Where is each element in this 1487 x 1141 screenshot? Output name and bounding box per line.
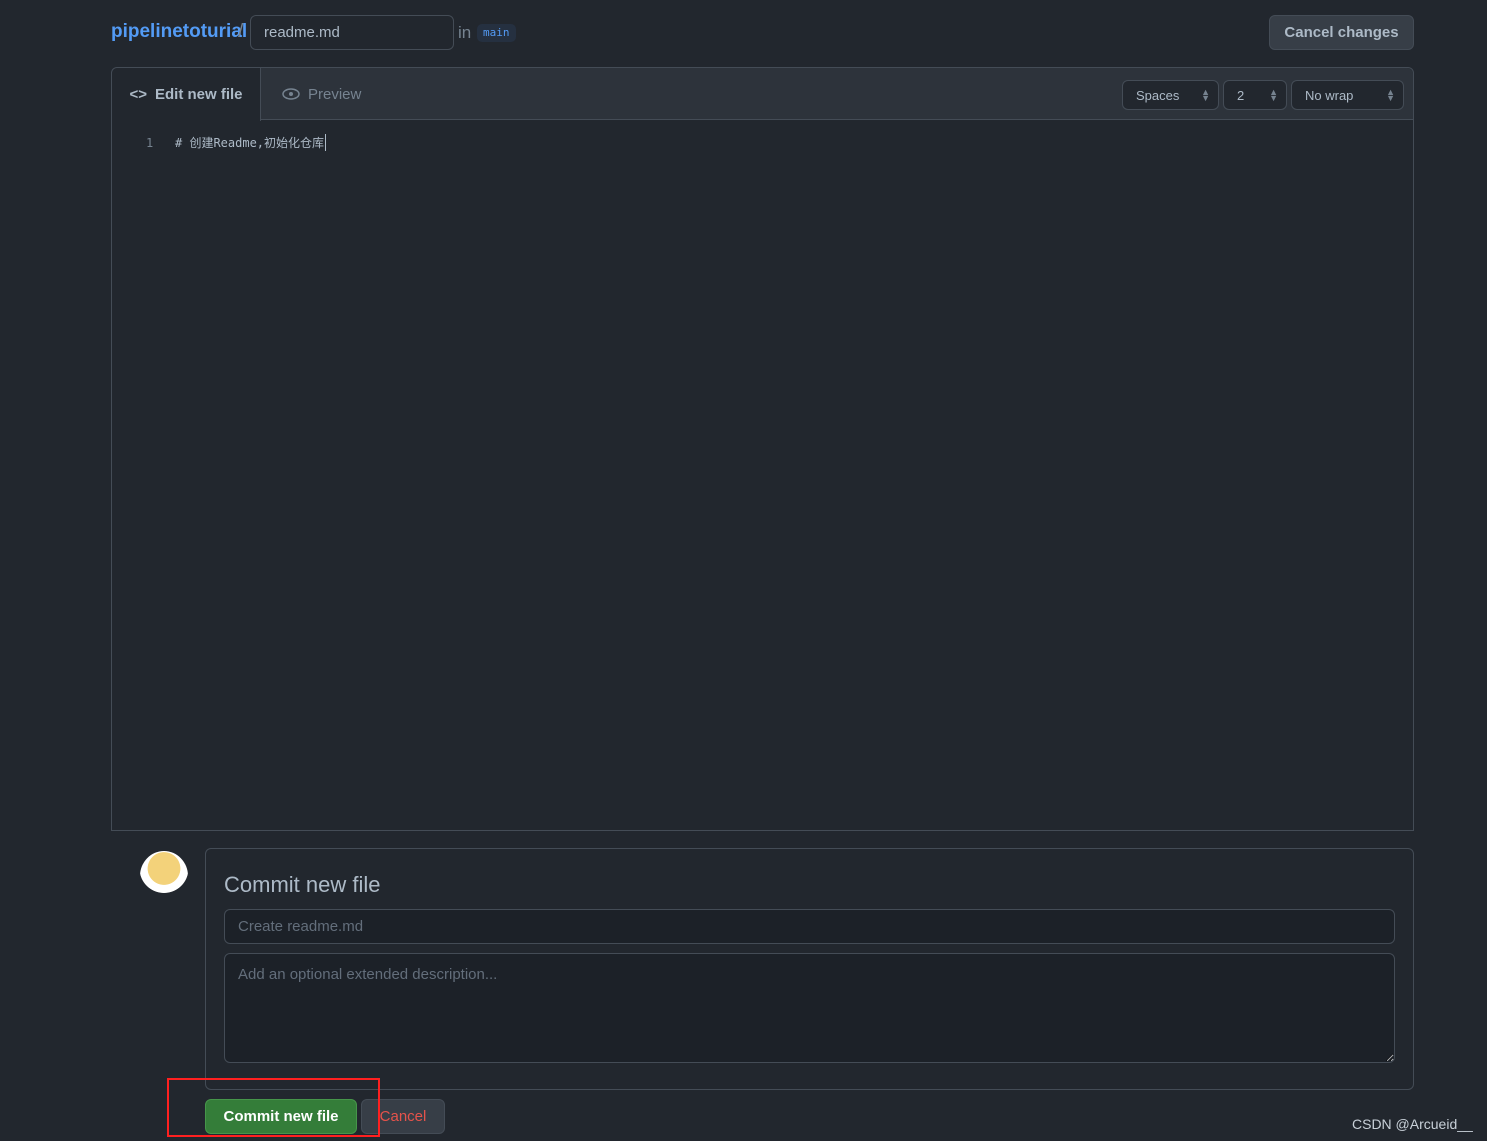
cancel-changes-button[interactable]: Cancel changes: [1269, 15, 1414, 50]
repo-link[interactable]: pipelinetoturial: [111, 21, 247, 43]
commit-description-textarea[interactable]: [224, 953, 1395, 1063]
tab-edit-new-file[interactable]: <> Edit new file: [112, 68, 261, 121]
indent-mode-select[interactable]: Spaces ▲ ▼: [1122, 80, 1219, 110]
watermark: CSDN @Arcueid__: [1352, 1116, 1473, 1132]
path-separator: /: [238, 21, 244, 42]
commit-summary-input[interactable]: [224, 909, 1395, 944]
select-arrows-icon: ▲ ▼: [1201, 87, 1210, 103]
editor-tabbar: <> Edit new file Preview Spaces ▲ ▼ 2 ▲ ▼ No…: [112, 68, 1413, 121]
avatar: [140, 851, 188, 901]
tab-preview[interactable]: Preview: [282, 68, 361, 120]
select-arrows-icon: ▲ ▼: [1386, 87, 1395, 103]
code-line[interactable]: # 创建Readme,初始化仓库: [175, 134, 327, 151]
tab-label: Edit new file: [155, 86, 243, 103]
select-arrows-icon: ▲ ▼: [1269, 87, 1278, 103]
branch-badge: main: [477, 24, 516, 42]
line-number: 1: [146, 136, 154, 150]
filename-input[interactable]: [250, 15, 454, 50]
tab-label: Preview: [308, 85, 362, 103]
editor: <> Edit new file Preview Spaces ▲ ▼ 2 ▲ ▼ No…: [111, 67, 1414, 831]
code-icon: <>: [129, 86, 147, 103]
select-value: No wrap: [1305, 87, 1354, 103]
wrap-mode-select[interactable]: No wrap ▲ ▼: [1291, 80, 1404, 110]
indent-size-select[interactable]: 2 ▲ ▼: [1223, 80, 1287, 110]
select-value: 2: [1237, 87, 1245, 103]
eye-icon: [282, 88, 300, 100]
highlight-box: [167, 1078, 380, 1137]
in-label: in: [458, 23, 472, 42]
commit-title: Commit new file: [224, 872, 381, 897]
select-value: Spaces: [1136, 87, 1180, 103]
